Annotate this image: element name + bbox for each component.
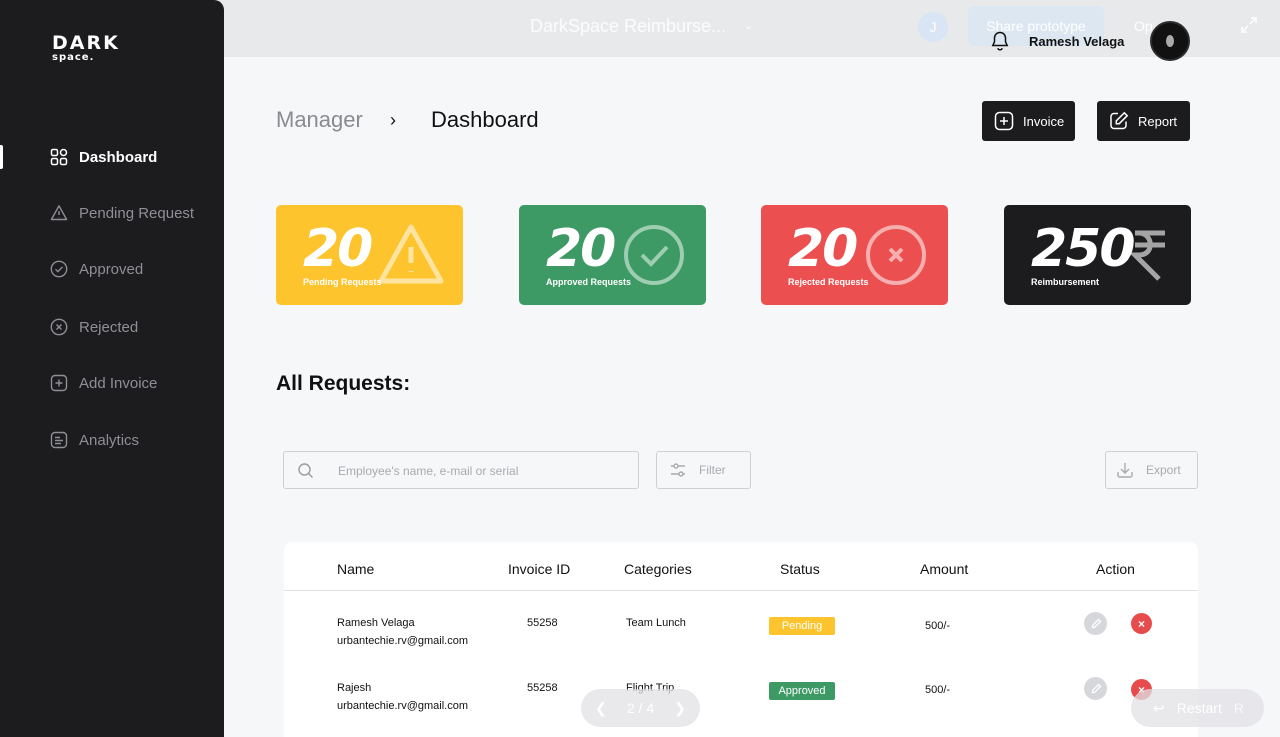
sidebar-item-label: Pending Request bbox=[79, 204, 195, 222]
stat-card-pending[interactable]: 20 Pending Requests bbox=[276, 205, 463, 305]
sidebar-item-label: Analytics bbox=[79, 431, 140, 449]
report-label: Report bbox=[1138, 113, 1178, 129]
stat-card-reimbursement[interactable]: 250 Reimbursement bbox=[1004, 205, 1191, 305]
x-circle-icon bbox=[866, 225, 926, 285]
column-header-invoice-id[interactable]: Invoice ID bbox=[508, 561, 570, 577]
brand-logo-line2: space. bbox=[52, 52, 95, 63]
filter-label: Filter bbox=[699, 463, 726, 477]
reject-button[interactable]: × bbox=[1131, 613, 1152, 634]
search-input[interactable] bbox=[338, 460, 628, 482]
search-icon bbox=[298, 463, 313, 478]
pencil-icon bbox=[1091, 618, 1101, 628]
close-icon: × bbox=[1137, 616, 1145, 631]
table-header: Name Invoice ID Categories Status Amount… bbox=[284, 542, 1198, 591]
avatar-face bbox=[1166, 35, 1174, 47]
pencil-icon bbox=[1091, 683, 1101, 693]
employee-name: Ramesh Velaga bbox=[337, 617, 415, 629]
report-button[interactable]: Report bbox=[1097, 101, 1190, 141]
warning-icon bbox=[378, 224, 444, 284]
warning-icon bbox=[50, 205, 68, 221]
stat-label: Reimbursement bbox=[1031, 277, 1100, 287]
viewer-avatar[interactable]: J bbox=[918, 12, 948, 42]
status-badge: Pending bbox=[769, 617, 835, 635]
prototype-title[interactable]: DarkSpace Reimburse... bbox=[530, 16, 726, 37]
check-circle-icon bbox=[50, 260, 68, 278]
stat-value: 20 bbox=[546, 219, 616, 279]
chevron-right-icon[interactable]: ❯ bbox=[674, 700, 686, 717]
invoice-id: 55258 bbox=[527, 682, 558, 694]
sidebar-item-rejected[interactable]: Rejected bbox=[50, 315, 138, 339]
chevron-down-icon[interactable]: ⌄ bbox=[744, 19, 753, 32]
export-label: Export bbox=[1146, 463, 1181, 477]
amount: 500/- bbox=[925, 620, 951, 632]
column-header-action: Action bbox=[1096, 561, 1135, 577]
chevron-left-icon[interactable]: ❮ bbox=[595, 700, 607, 717]
plus-square-icon bbox=[994, 111, 1014, 131]
restart-label: Restart bbox=[1176, 700, 1222, 716]
options-menu[interactable]: Op bbox=[1134, 18, 1153, 34]
employee-name: Rajesh bbox=[337, 682, 372, 694]
document-icon bbox=[50, 431, 68, 449]
expand-icon[interactable] bbox=[1240, 16, 1258, 34]
category: Team Lunch bbox=[626, 617, 686, 629]
grid-icon bbox=[50, 148, 68, 166]
filter-button[interactable]: Filter bbox=[656, 451, 751, 489]
x-circle-icon bbox=[50, 318, 68, 336]
active-indicator bbox=[0, 145, 3, 169]
export-button[interactable]: Export bbox=[1105, 451, 1198, 489]
restart-shortcut: R bbox=[1233, 700, 1244, 716]
brand-logo-line1: DARK bbox=[52, 32, 120, 54]
stat-label: Pending Requests bbox=[303, 277, 382, 287]
edit-button[interactable] bbox=[1084, 612, 1107, 635]
add-invoice-label: Invoice bbox=[1023, 113, 1065, 129]
stat-value: 20 bbox=[788, 219, 858, 279]
requests-table: Name Invoice ID Categories Status Amount… bbox=[284, 542, 1198, 737]
stat-label: Rejected Requests bbox=[788, 277, 869, 287]
sidebar-item-label: Add Invoice bbox=[79, 374, 158, 392]
employee-email: urbantechie.rv@gmail.com bbox=[337, 700, 468, 712]
section-title: All Requests: bbox=[276, 372, 411, 395]
brand-logo: DARK space. bbox=[52, 34, 120, 63]
avatar[interactable] bbox=[1150, 21, 1190, 61]
chevron-right-icon: › bbox=[390, 110, 396, 130]
sidebar-item-approved[interactable]: Approved bbox=[50, 257, 143, 281]
sidebar-item-label: Dashboard bbox=[79, 148, 158, 166]
employee-email: urbantechie.rv@gmail.com bbox=[337, 635, 468, 647]
column-header-status[interactable]: Status bbox=[780, 561, 820, 577]
page-title: Dashboard bbox=[431, 107, 539, 132]
edit-button[interactable] bbox=[1084, 677, 1107, 700]
rupee-icon bbox=[1128, 230, 1165, 281]
search-field[interactable] bbox=[283, 451, 639, 489]
restart-icon: ↩ bbox=[1153, 699, 1165, 716]
stat-card-approved[interactable]: 20 Approved Requests bbox=[519, 205, 706, 305]
page-indicator: 2 / 4 bbox=[626, 700, 655, 716]
notification-bell-icon[interactable] bbox=[990, 30, 1010, 52]
stat-card-rejected[interactable]: 20 Rejected Requests bbox=[761, 205, 948, 305]
check-circle-icon bbox=[624, 225, 684, 285]
restart-button[interactable]: ↩ Restart R bbox=[1131, 689, 1264, 727]
column-header-amount[interactable]: Amount bbox=[920, 561, 968, 577]
download-icon bbox=[1117, 463, 1133, 478]
user-name[interactable]: Ramesh Velaga bbox=[1029, 34, 1124, 49]
sidebar-item-label: Rejected bbox=[79, 318, 139, 336]
sliders-icon bbox=[671, 463, 685, 477]
column-header-name[interactable]: Name bbox=[337, 561, 374, 577]
sidebar-item-dashboard[interactable]: Dashboard bbox=[50, 145, 157, 169]
edit-icon bbox=[1110, 111, 1129, 130]
column-header-categories[interactable]: Categories bbox=[624, 561, 692, 577]
status-badge: Approved bbox=[769, 682, 835, 700]
invoice-id: 55258 bbox=[527, 617, 558, 629]
stat-value: 20 bbox=[303, 219, 373, 279]
sidebar-item-add-invoice[interactable]: Add Invoice bbox=[50, 371, 157, 395]
sidebar-item-analytics[interactable]: Analytics bbox=[50, 428, 139, 452]
prototype-pager: ❮ 2 / 4 ❯ bbox=[581, 689, 700, 727]
sidebar-item-label: Approved bbox=[79, 260, 144, 278]
plus-square-icon bbox=[50, 374, 68, 392]
breadcrumb-parent[interactable]: Manager bbox=[276, 107, 363, 133]
amount: 500/- bbox=[925, 684, 951, 696]
add-invoice-button[interactable]: Invoice bbox=[982, 101, 1075, 141]
sidebar-item-pending-request[interactable]: Pending Request bbox=[50, 201, 194, 225]
sidebar: DARK space. Dashboard Pending Request Ap… bbox=[0, 0, 224, 737]
